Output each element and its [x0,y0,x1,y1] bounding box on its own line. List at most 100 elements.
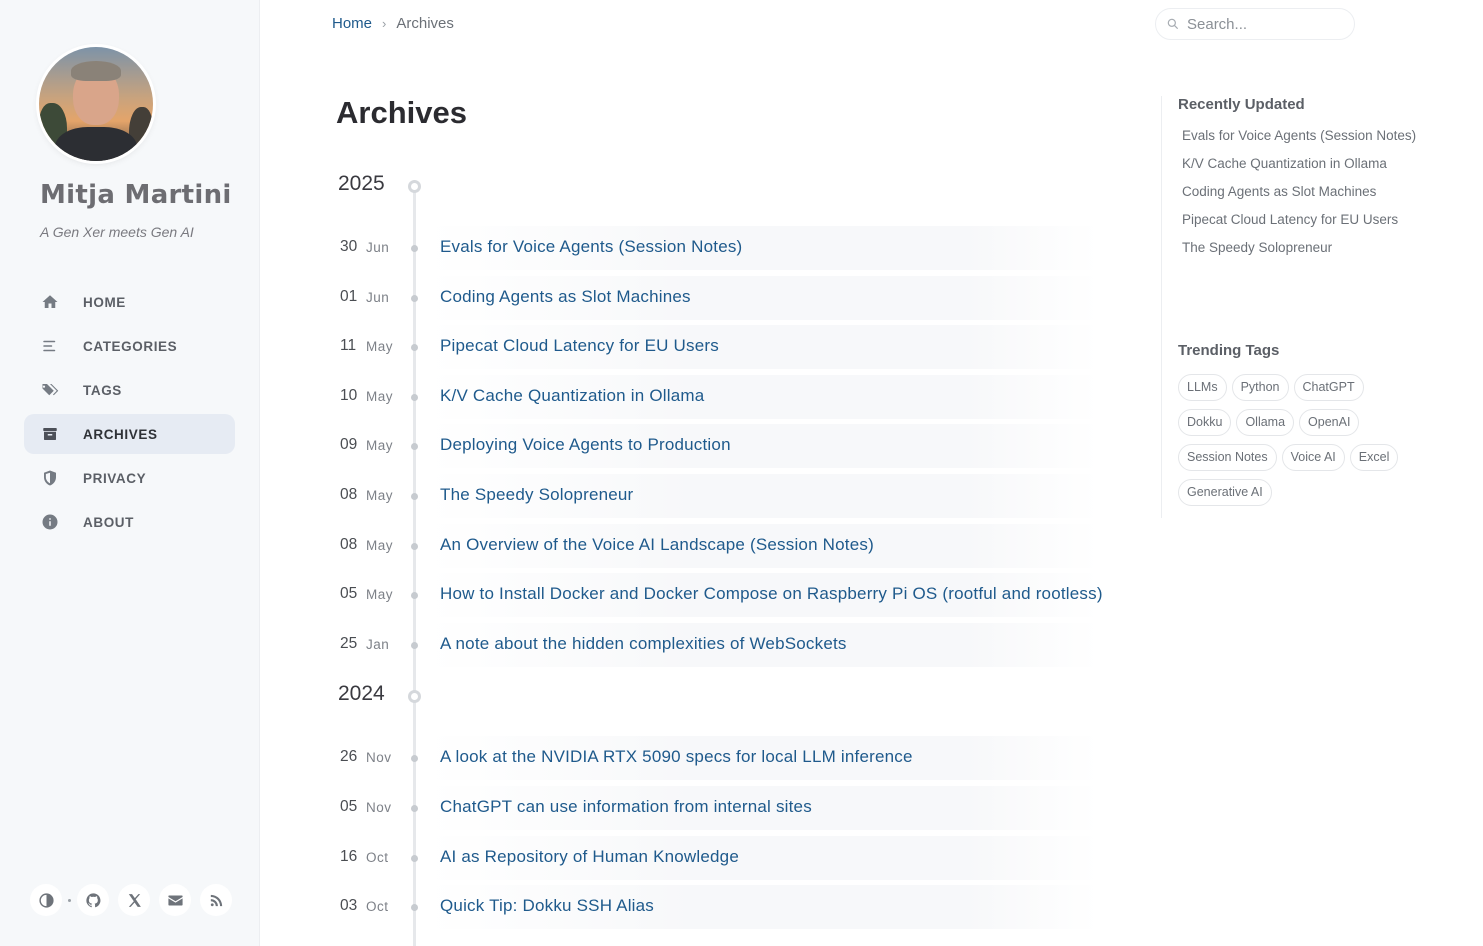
search-box[interactable] [1155,8,1355,40]
post-row: 08 May The Speedy Solopreneur [336,462,1116,518]
nav-item-home[interactable]: HOME [24,282,235,322]
search-icon [1167,18,1179,30]
post-row: 11 May Pipecat Cloud Latency for EU Users [336,313,1116,370]
post-row: 10 May K/V Cache Quantization in Ollama [336,363,1116,419]
tag-chip[interactable]: Python [1231,374,1289,401]
page-title: Archives [336,95,467,130]
post-day: 03 [340,897,358,915]
post-day: 25 [340,634,358,652]
nav-item-categories[interactable]: CATEGORIES [24,326,235,366]
year-label: 2024 [338,682,385,706]
email-icon[interactable] [159,884,191,916]
tag-chip[interactable]: ChatGPT [1293,374,1364,401]
post-link[interactable]: Pipecat Cloud Latency for EU Users [440,336,719,356]
year-label: 2025 [338,172,385,195]
post-link[interactable]: How to Install Docker and Docker Compose… [440,584,1103,604]
post-marker [411,393,418,401]
nav-label: PRIVACY [83,470,147,486]
recent-post-link[interactable]: The Speedy Solopreneur [1182,238,1431,266]
post-row: 05 May How to Install Docker and Docker Co… [336,561,1116,618]
post-link[interactable]: Coding Agents as Slot Machines [440,287,691,307]
separator-dot [68,898,71,902]
post-link[interactable]: A note about the hidden complexities of … [440,634,847,654]
nav-label: ARCHIVES [83,426,158,442]
post-link[interactable]: The Speedy Solopreneur [440,485,633,505]
site-subtitle: A Gen Xer meets Gen AI [40,224,194,240]
year-marker [408,690,421,704]
post-link[interactable]: An Overview of the Voice AI Landscape (S… [440,535,874,555]
search-input[interactable] [1187,15,1337,33]
tag-chip[interactable]: Voice AI [1281,444,1345,471]
post-day: 08 [340,535,358,553]
breadcrumb-separator: › [382,16,387,31]
post-row: 09 May Deploying Voice Agents to Productio… [336,412,1116,469]
nav-item-about[interactable]: ABOUT [24,502,235,542]
post-day: 05 [340,585,358,603]
site-title[interactable]: Mitja Martini [40,180,232,210]
github-icon[interactable] [77,884,109,916]
tags-icon [40,380,60,400]
avatar[interactable] [39,47,153,161]
post-month: Jan [366,636,390,652]
trending-tags-list: LLMs Python ChatGPT Dokku Ollama OpenAI Sessio… [1178,374,1418,514]
post-link[interactable]: AI as Repository of Human Knowledge [440,847,739,867]
post-row: 16 Oct AI as Repository of Human Knowledge [336,824,1116,880]
tag-chip[interactable]: Dokku [1178,409,1232,436]
nav-label: ABOUT [83,514,134,530]
year-row: 2024 [336,670,1116,724]
nav-item-privacy[interactable]: PRIVACY [24,458,235,498]
post-day: 01 [340,287,358,305]
shield-icon [40,468,60,488]
sidebar: Mitja Martini A Gen Xer meets Gen AI HOM… [0,0,260,946]
recent-post-link[interactable]: K/V Cache Quantization in Ollama [1182,154,1431,182]
post-marker [411,804,418,812]
breadcrumb-home-link[interactable]: Home [332,15,372,32]
tag-chip[interactable]: Session Notes [1178,444,1277,471]
post-link[interactable]: Quick Tip: Dokku SSH Alias [440,896,654,916]
post-link[interactable]: A look at the NVIDIA RTX 5090 specs for … [440,747,913,767]
post-month: May [366,537,394,553]
post-marker [411,854,418,862]
nav-label: TAGS [83,382,122,398]
tag-chip[interactable]: OpenAI [1299,409,1360,436]
recently-updated-heading: Recently Updated [1178,96,1305,113]
post-month: Oct [366,849,389,865]
post-month: Nov [366,750,392,766]
post-link[interactable]: Evals for Voice Agents (Session Notes) [440,237,742,257]
recent-post-link[interactable]: Coding Agents as Slot Machines [1182,182,1431,210]
tag-chip[interactable]: Excel [1349,444,1399,471]
post-month: May [366,438,394,454]
post-month: May [366,587,394,603]
info-icon [40,512,60,532]
theme-toggle-icon[interactable] [30,884,62,916]
post-marker [411,443,418,451]
archive-icon [40,424,60,444]
tag-chip[interactable]: LLMs [1178,374,1227,401]
post-month: Jun [366,289,390,305]
post-marker [411,904,418,912]
nav-label: CATEGORIES [83,338,178,354]
avatar-shirt [55,127,137,161]
post-marker [411,641,418,649]
post-link[interactable]: ChatGPT can use information from interna… [440,797,812,817]
post-marker [411,492,418,500]
post-row: 05 Nov ChatGPT can use information from in… [336,774,1116,830]
post-row: 03 Oct Quick Tip: Dokku SSH Alias [336,873,1116,930]
nav-item-tags[interactable]: TAGS [24,370,235,410]
post-day: 08 [340,485,358,503]
x-icon[interactable] [118,884,150,916]
post-link[interactable]: K/V Cache Quantization in Ollama [440,386,704,406]
recent-post-link[interactable]: Pipecat Cloud Latency for EU Users [1182,210,1431,238]
post-link[interactable]: Deploying Voice Agents to Production [440,435,731,455]
tag-chip[interactable]: Ollama [1236,409,1295,436]
trending-tags-heading: Trending Tags [1178,342,1280,359]
post-day: 10 [340,386,358,404]
home-icon [40,292,60,312]
rss-icon[interactable] [200,884,232,916]
tag-chip[interactable]: Generative AI [1178,479,1272,506]
post-day: 05 [340,797,358,815]
recent-post-link[interactable]: Evals for Voice Agents (Session Notes) [1182,126,1431,154]
post-row: 01 Jun Coding Agents as Slot Machines [336,264,1116,320]
avatar-hair [71,61,121,81]
nav-item-archives[interactable]: ARCHIVES [24,414,235,454]
